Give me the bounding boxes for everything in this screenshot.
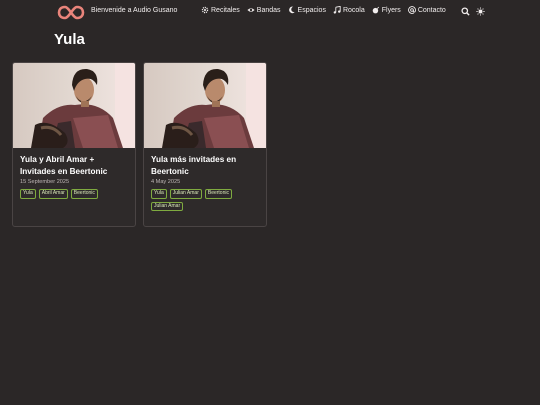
nav-menu: Recitales Bandas Espacios Rocola Flyers … — [201, 6, 446, 14]
card-body: Yula y Abril Amar + Invitades en Beerton… — [13, 148, 135, 205]
nav-item-label: Contacto — [417, 6, 446, 14]
tag-list: Yula Julian Amar Beertonic Julian Amar — [151, 189, 259, 211]
tag[interactable]: Beertonic — [70, 189, 98, 199]
sun-icon[interactable] — [476, 7, 485, 16]
card-body: Yula más invitades en Beertonic 4 May 20… — [144, 148, 266, 217]
tag[interactable]: Yula — [20, 189, 36, 199]
gear-icon — [201, 6, 209, 14]
card-title[interactable]: Yula más invitades en Beertonic — [151, 154, 259, 177]
card-title[interactable]: Yula y Abril Amar + Invitades en Beerton… — [20, 154, 128, 177]
tag[interactable]: Julian Amar — [151, 201, 184, 211]
tag[interactable]: Abril Amar — [38, 189, 68, 199]
event-card[interactable]: Yula y Abril Amar + Invitades en Beerton… — [12, 62, 136, 227]
nav-item-flyers[interactable]: Flyers — [372, 6, 401, 14]
brand-title[interactable]: Bienvenide a Audio Gusano — [91, 7, 177, 14]
nav-item-label: Bandas — [256, 6, 281, 14]
nav-item-bandas[interactable]: Bandas — [247, 6, 281, 14]
nav-item-label: Rocola — [342, 6, 365, 14]
at-icon — [407, 6, 416, 14]
page-title: Yula — [54, 31, 85, 48]
bomb-icon — [372, 6, 379, 14]
event-card[interactable]: Yula más invitades en Beertonic 4 May 20… — [143, 62, 267, 227]
nav-item-label: Espacios — [297, 6, 326, 14]
search-icon[interactable] — [461, 7, 470, 16]
nav-item-recitales[interactable]: Recitales — [201, 6, 240, 14]
event-photo — [144, 63, 266, 148]
tag[interactable]: Julian Amar — [169, 189, 202, 199]
event-photo — [13, 63, 135, 148]
music-note-icon — [333, 6, 341, 14]
moon-icon — [288, 6, 295, 14]
tag[interactable]: Yula — [151, 189, 167, 199]
nav-item-espacios[interactable]: Espacios — [288, 6, 326, 14]
nav-item-contacto[interactable]: Contacto — [407, 6, 446, 14]
nav-item-label: Recitales — [211, 6, 240, 14]
eye-icon — [247, 8, 255, 12]
tag-list: Yula Abril Amar Beertonic — [20, 189, 128, 199]
card-date: 4 May 2025 — [151, 179, 181, 185]
tag[interactable]: Beertonic — [204, 189, 232, 199]
infinity-logo-icon[interactable] — [57, 4, 85, 21]
navbar: Bienvenide a Audio Gusano Recitales Band… — [0, 0, 540, 24]
nav-item-rocola[interactable]: Rocola — [333, 6, 365, 14]
nav-item-label: Flyers — [381, 6, 401, 14]
card-date: 15 September 2025 — [20, 179, 70, 185]
